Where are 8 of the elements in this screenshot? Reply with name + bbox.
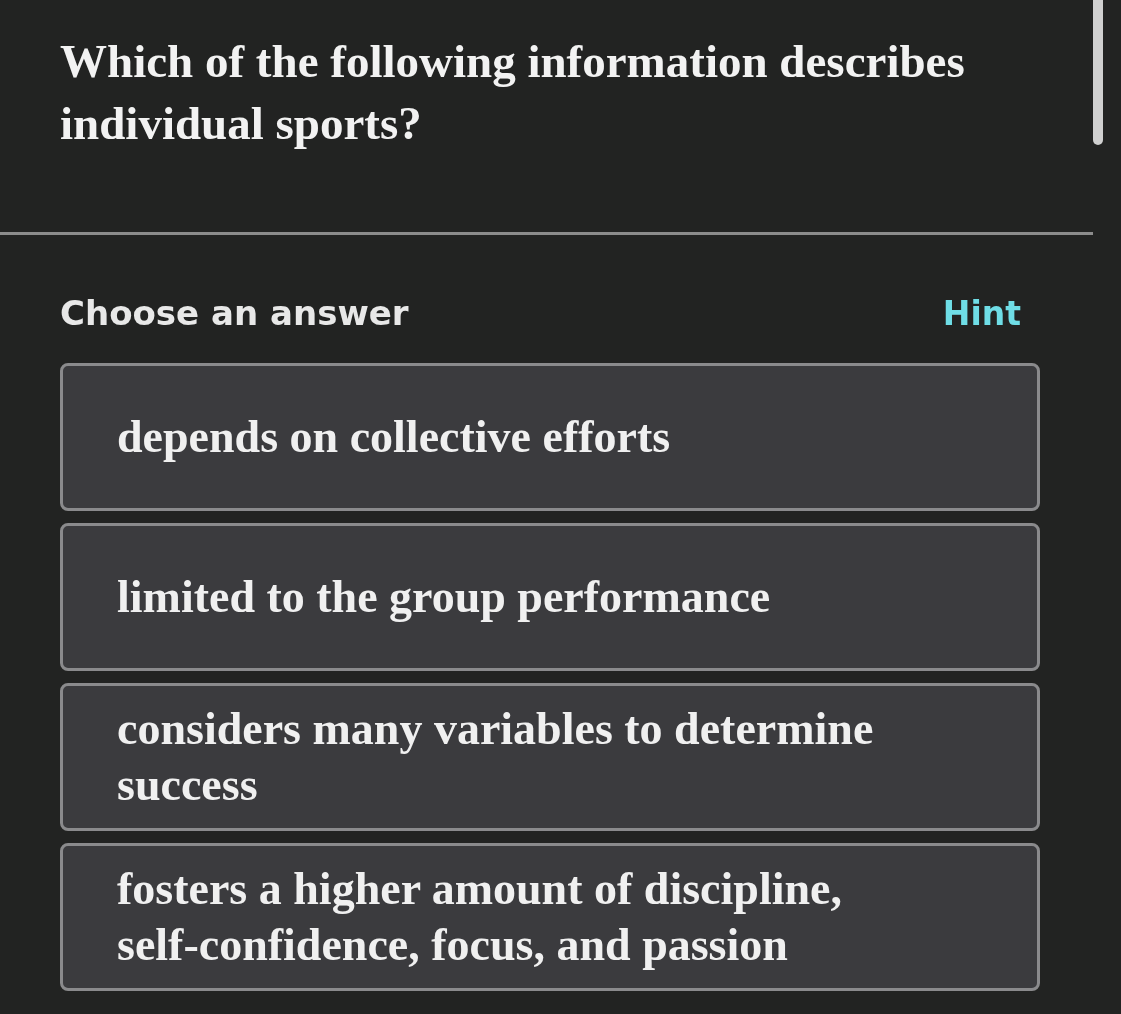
answer-option[interactable]: depends on collective efforts: [60, 363, 1040, 511]
choose-answer-label: Choose an answer: [60, 293, 409, 333]
question-text: Which of the following information describes individual sports?: [60, 34, 966, 151]
hint-button[interactable]: Hint: [942, 293, 1021, 333]
answer-option[interactable]: fosters a higher amount of discipline, self-confidence, focus, and passion: [60, 843, 1040, 991]
answer-option[interactable]: limited to the group performance: [60, 523, 1040, 671]
scrollbar-thumb[interactable]: [1093, 0, 1103, 145]
answer-option[interactable]: considers many variables to determine success: [60, 683, 1040, 831]
